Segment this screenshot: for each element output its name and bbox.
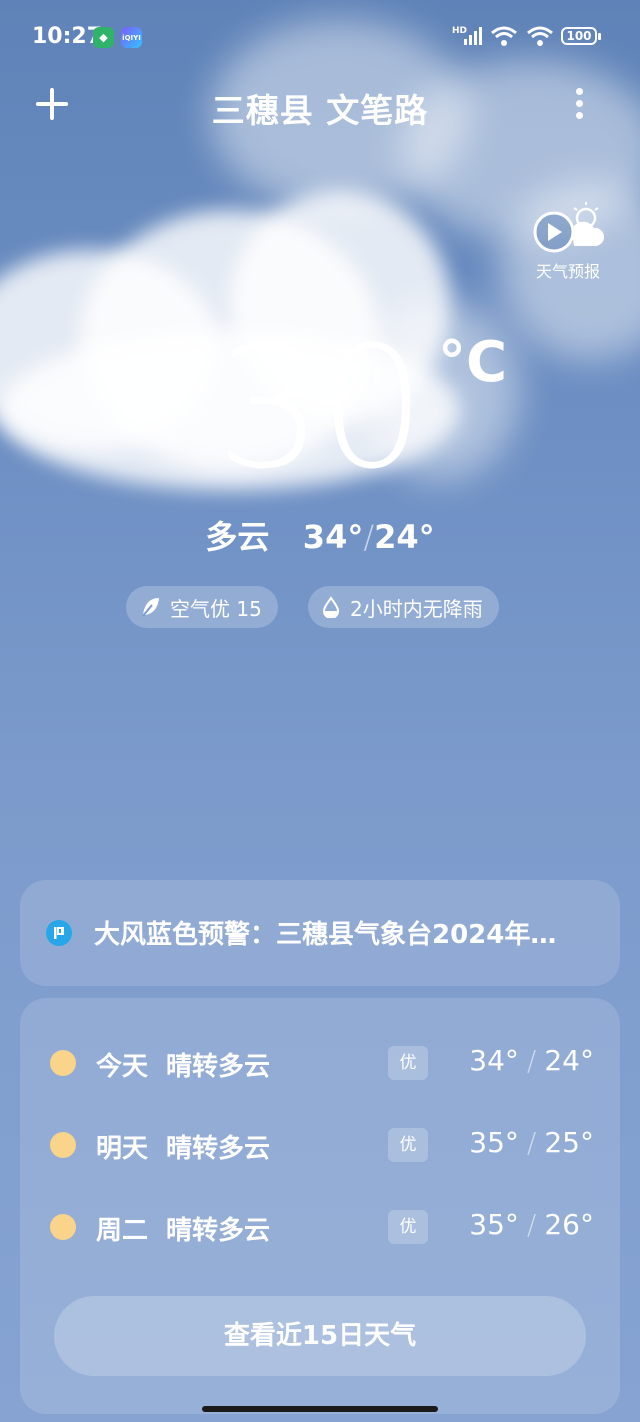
today-high: 34° xyxy=(302,518,364,556)
air-quality-pill[interactable]: 空气优 15 xyxy=(126,586,278,628)
weather-alert-card[interactable]: 大风蓝色预警：三穗县气象台2024年… xyxy=(20,880,620,986)
iqiyi-icon: iQIYI xyxy=(121,27,142,48)
more-menu-button[interactable] xyxy=(570,86,590,122)
current-condition: 多云 xyxy=(205,518,270,556)
day-condition: 晴转多云 xyxy=(166,1134,271,1164)
current-temperature: 30 xyxy=(216,310,426,506)
day-name: 周二 xyxy=(96,1216,149,1246)
day-low: 25° xyxy=(544,1126,594,1159)
aqi-badge: 优 xyxy=(388,1046,428,1080)
day-low: 24° xyxy=(544,1044,594,1077)
view-15-day-forecast-button[interactable]: 查看近15日天气 xyxy=(54,1296,586,1376)
air-quality-text: 空气优 15 xyxy=(170,596,262,621)
temp-range: 35°/25° xyxy=(469,1126,594,1159)
status-time: 10:27 xyxy=(32,24,103,49)
temp-range: 34°/24° xyxy=(469,1044,594,1077)
sunny-icon xyxy=(50,1132,76,1158)
alert-flag-icon xyxy=(46,920,72,946)
day-condition: 晴转多云 xyxy=(166,1216,271,1246)
water-drop-icon xyxy=(322,596,340,618)
today-low: 24° xyxy=(374,518,435,556)
day-name: 今天 xyxy=(96,1052,149,1082)
aqi-badge: 优 xyxy=(388,1128,428,1162)
wifi-icon xyxy=(491,26,517,46)
play-cloud-icon xyxy=(533,202,605,253)
day-name: 明天 xyxy=(96,1134,149,1164)
location-title[interactable]: 三穗县 文笔路 xyxy=(0,84,640,132)
sunny-icon xyxy=(50,1050,76,1076)
alert-text: 大风蓝色预警：三穗县气象台2024年… xyxy=(94,920,557,950)
forecast-video-label: 天气预报 xyxy=(535,262,600,281)
day-high: 35° xyxy=(469,1208,519,1241)
forecast-row-today[interactable]: 今天 晴转多云 优 34°/24° xyxy=(20,1034,620,1094)
day-high: 34° xyxy=(469,1044,519,1077)
temperature-unit: °C xyxy=(438,330,508,395)
forecast-row-tomorrow[interactable]: 明天 晴转多云 优 35°/25° xyxy=(20,1116,620,1176)
day-high: 35° xyxy=(469,1126,519,1159)
temp-range: 35°/26° xyxy=(469,1208,594,1241)
rain-forecast-text: 2小时内无降雨 xyxy=(350,596,483,621)
sunny-icon xyxy=(50,1214,76,1240)
day-condition: 晴转多云 xyxy=(166,1052,271,1082)
range-separator: / xyxy=(363,518,375,556)
wifi-icon-2 xyxy=(527,26,553,46)
forecast-row-tuesday[interactable]: 周二 晴转多云 优 35°/26° xyxy=(20,1198,620,1258)
weather-summary: 多云 34°/24° xyxy=(0,512,640,558)
home-indicator[interactable] xyxy=(202,1406,438,1412)
shield-icon: ◆ xyxy=(93,27,114,48)
daily-forecast-card: 今天 晴转多云 优 34°/24° 明天 晴转多云 优 35°/25° 周二 晴… xyxy=(20,998,620,1414)
leaf-icon xyxy=(142,598,159,617)
aqi-badge: 优 xyxy=(388,1210,428,1244)
battery-indicator: 100 xyxy=(561,27,601,45)
weather-forecast-video-button[interactable]: 天气预报 xyxy=(528,198,608,284)
cell-signal-icon xyxy=(464,27,482,45)
day-low: 26° xyxy=(544,1208,594,1241)
status-bar: 10:27 ◆ iQIYI HD 100 xyxy=(0,0,640,74)
rain-forecast-pill[interactable]: 2小时内无降雨 xyxy=(308,586,499,628)
